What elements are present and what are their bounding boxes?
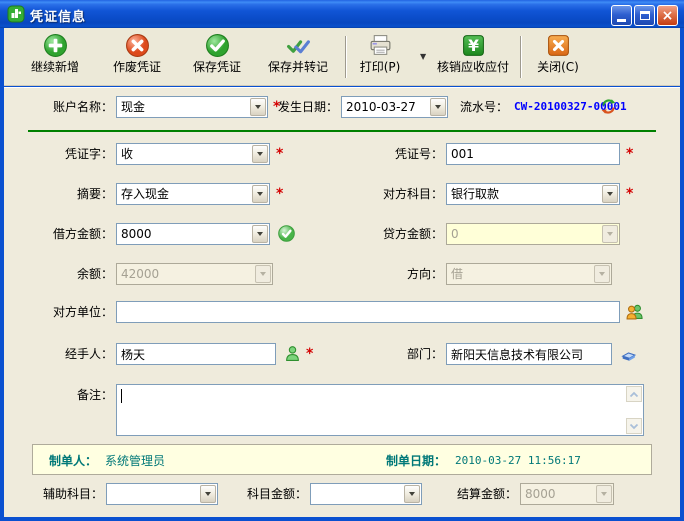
chevron-down-icon xyxy=(602,185,618,203)
person-icon[interactable] xyxy=(284,345,301,362)
memo-label: 备注： xyxy=(23,384,113,406)
balance-label: 余额： xyxy=(23,263,113,285)
print-button[interactable]: 打印(P) xyxy=(350,33,410,81)
print-dropdown-arrow[interactable]: ▼ xyxy=(420,52,426,61)
add-circle-icon xyxy=(43,33,68,58)
close-button[interactable]: × xyxy=(657,5,678,26)
voucher-no-label: 凭证号： xyxy=(353,143,443,165)
department-input[interactable] xyxy=(446,343,612,365)
debit-amount-select[interactable]: 8000 xyxy=(116,223,270,245)
subject-amount-select[interactable] xyxy=(310,483,422,505)
department-label: 部门： xyxy=(353,343,443,365)
creator-label: 制单人： xyxy=(49,452,97,469)
close-icon: × xyxy=(662,9,674,23)
toolbar-separator xyxy=(345,36,346,78)
account-name-label: 账户名称： xyxy=(23,96,113,118)
handler-label: 经手人： xyxy=(23,343,113,365)
chevron-down-icon xyxy=(596,485,612,503)
counter-subject-select[interactable]: 银行取款 xyxy=(446,183,620,205)
balance-select: 42000 xyxy=(116,263,273,285)
required-mark: * xyxy=(626,183,633,205)
chevron-down-icon xyxy=(594,265,610,283)
chevron-down-icon xyxy=(404,485,420,503)
toolbar: 继续新增 作废凭证 保存凭证 保存并转记 xyxy=(4,28,680,86)
close-window-button[interactable]: 关闭(C) xyxy=(528,33,588,81)
required-mark: * xyxy=(626,143,633,165)
create-date-value: 2010-03-27 11:56:17 xyxy=(455,454,581,467)
creator-value: 系统管理员 xyxy=(105,452,165,469)
aux-subject-select[interactable] xyxy=(106,483,218,505)
chevron-down-icon xyxy=(252,145,268,163)
direction-label: 方向： xyxy=(353,263,443,285)
close-square-icon xyxy=(546,33,571,58)
window-title: 凭证信息 xyxy=(30,6,86,25)
debit-amount-label: 借方金额： xyxy=(23,223,113,245)
counter-unit-label: 对方单位： xyxy=(23,301,113,323)
chevron-down-icon xyxy=(255,265,271,283)
counter-subject-label: 对方科目： xyxy=(353,183,443,205)
refresh-icon[interactable] xyxy=(600,98,617,115)
creation-info-bar: 制单人： 系统管理员 制单日期： 2010-03-27 11:56:17 xyxy=(32,444,652,475)
save-and-post-button[interactable]: 保存并转记 xyxy=(256,33,340,81)
voucher-info-window: 凭证信息 × 继续新增 作废凭证 xyxy=(0,0,684,521)
svg-text:¥: ¥ xyxy=(468,37,479,55)
aux-subject-label: 辅助科目： xyxy=(13,483,103,505)
voucher-no-input[interactable] xyxy=(446,143,620,165)
chevron-down-icon xyxy=(252,185,268,203)
summary-select[interactable]: 存入现金 xyxy=(116,183,270,205)
serial-no-label: 流水号： xyxy=(418,96,508,118)
create-date-label: 制单日期： xyxy=(386,452,446,469)
writeoff-button[interactable]: ¥ 核销应收应付 xyxy=(430,33,516,81)
subject-amount-label: 科目金额： xyxy=(217,483,307,505)
toolbar-separator xyxy=(520,36,521,78)
settle-amount-select: 8000 xyxy=(520,483,614,505)
voucher-word-select[interactable]: 收 xyxy=(116,143,270,165)
occur-date-label: 发生日期： xyxy=(248,96,338,118)
chevron-down-icon xyxy=(200,485,216,503)
green-divider xyxy=(28,130,656,132)
settle-amount-label: 结算金额： xyxy=(427,483,517,505)
chevron-down-icon xyxy=(629,423,639,430)
continue-add-button[interactable]: 继续新增 xyxy=(18,33,92,81)
app-icon xyxy=(7,5,25,23)
check-circle-icon xyxy=(205,33,230,58)
credit-amount-select: 0 xyxy=(446,223,620,245)
scroll-up-button[interactable] xyxy=(626,386,642,402)
chevron-down-icon xyxy=(602,225,618,243)
credit-amount-label: 贷方金额： xyxy=(353,223,443,245)
memo-textarea[interactable] xyxy=(116,384,644,436)
handler-input[interactable] xyxy=(116,343,276,365)
maximize-button[interactable] xyxy=(634,5,655,26)
summary-label: 摘要： xyxy=(23,183,113,205)
voucher-form: 账户名称： 现金 * 发生日期： 2010-03-27 流水号： CW-2010… xyxy=(4,87,680,517)
voucher-word-label: 凭证字： xyxy=(23,143,113,165)
valid-check-icon xyxy=(278,225,295,242)
yen-square-icon: ¥ xyxy=(461,33,486,58)
chevron-down-icon xyxy=(252,225,268,243)
scroll-down-button[interactable] xyxy=(626,418,642,434)
required-mark: * xyxy=(306,343,313,365)
title-bar[interactable]: 凭证信息 × xyxy=(0,0,684,28)
void-voucher-button[interactable]: 作废凭证 xyxy=(100,33,174,81)
required-mark: * xyxy=(276,183,283,205)
save-voucher-button[interactable]: 保存凭证 xyxy=(180,33,254,81)
maximize-icon xyxy=(640,11,650,20)
printer-icon xyxy=(368,33,393,58)
minimize-button[interactable] xyxy=(611,5,632,26)
account-name-select[interactable]: 现金 xyxy=(116,96,268,118)
users-icon[interactable] xyxy=(626,303,643,320)
direction-select: 借 xyxy=(446,263,612,285)
chevron-up-icon xyxy=(629,391,639,398)
text-caret xyxy=(121,389,122,403)
counter-unit-input[interactable] xyxy=(116,301,620,323)
book-icon[interactable] xyxy=(620,345,637,362)
double-check-icon xyxy=(286,33,311,58)
required-mark: * xyxy=(276,143,283,165)
cancel-circle-icon xyxy=(125,33,150,58)
minimize-icon xyxy=(617,19,626,22)
